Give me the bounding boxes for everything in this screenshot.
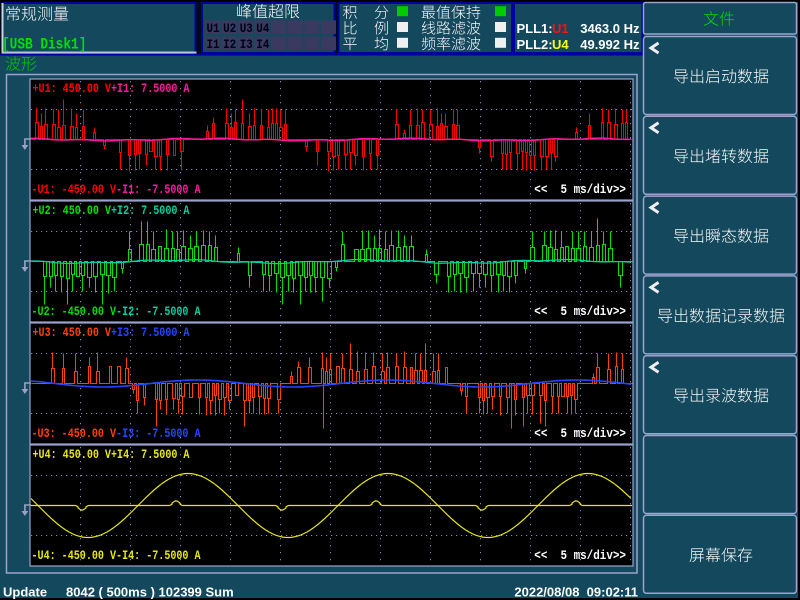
svg-text:-I4: -7.5000 A: -I4: -7.5000 A <box>116 549 201 564</box>
svg-text:U4: U4 <box>256 21 269 36</box>
svg-text:-I3: -7.5000 A: -I3: -7.5000 A <box>116 427 201 442</box>
svg-text:+U4: 450.00 V: +U4: 450.00 V <box>33 448 111 463</box>
svg-text:-I2: -7.5000 A: -I2: -7.5000 A <box>116 305 201 320</box>
svg-text:U2: U2 <box>223 21 236 36</box>
svg-text:-U1: -450.00 V: -U1: -450.00 V <box>32 183 117 198</box>
svg-text:<< 5 ms/div>>: << 5 ms/div>> <box>534 548 626 563</box>
svg-text:+I4: 7.5000 A: +I4: 7.5000 A <box>111 448 189 463</box>
svg-text:<< 5 ms/div>>: << 5 ms/div>> <box>534 426 626 441</box>
svg-text:+U3: 450.00 V: +U3: 450.00 V <box>33 326 111 341</box>
svg-text:+U1: 450.00 V: +U1: 450.00 V <box>33 82 111 97</box>
svg-text:I1: I1 <box>206 37 219 52</box>
svg-text:I4: I4 <box>256 37 269 52</box>
svg-text:2022/08/08 09:02:11: 2022/08/08 09:02:11 <box>514 585 638 600</box>
svg-text:49.992 Hz: 49.992 Hz <box>580 37 640 52</box>
svg-text:+U2: 450.00 V: +U2: 450.00 V <box>33 204 111 219</box>
svg-text:U1: U1 <box>206 21 219 36</box>
svg-text:I2: I2 <box>223 37 236 52</box>
svg-text:[USB Disk1]: [USB Disk1] <box>2 36 86 54</box>
svg-text:+I1: 7.5000 A: +I1: 7.5000 A <box>111 82 189 97</box>
svg-text:+I2: 7.5000 A: +I2: 7.5000 A <box>111 204 189 219</box>
svg-text:-U3: -450.00 V: -U3: -450.00 V <box>32 427 117 442</box>
svg-text:<< 5 ms/div>>: << 5 ms/div>> <box>534 182 626 197</box>
svg-text:PLL1:: PLL1: <box>517 21 553 36</box>
svg-text:-U4: -450.00 V: -U4: -450.00 V <box>32 549 117 564</box>
svg-text:+I3: 7.5000 A: +I3: 7.5000 A <box>111 326 189 341</box>
svg-text:3463.0 Hz: 3463.0 Hz <box>580 21 640 36</box>
svg-text:-I1: -7.5000 A: -I1: -7.5000 A <box>116 183 201 198</box>
svg-text:U1: U1 <box>552 21 569 36</box>
svg-text:U3: U3 <box>240 21 253 36</box>
svg-text:PLL2:: PLL2: <box>517 37 553 52</box>
svg-text:<< 5 ms/div>>: << 5 ms/div>> <box>534 304 626 319</box>
svg-text:8042 ( 500ms ) 102399 Sum: 8042 ( 500ms ) 102399 Sum <box>66 585 234 600</box>
svg-text:U4: U4 <box>552 37 569 52</box>
svg-text:Update: Update <box>3 585 47 600</box>
svg-text:-U2: -450.00 V: -U2: -450.00 V <box>32 305 117 320</box>
svg-text:I3: I3 <box>240 37 253 52</box>
